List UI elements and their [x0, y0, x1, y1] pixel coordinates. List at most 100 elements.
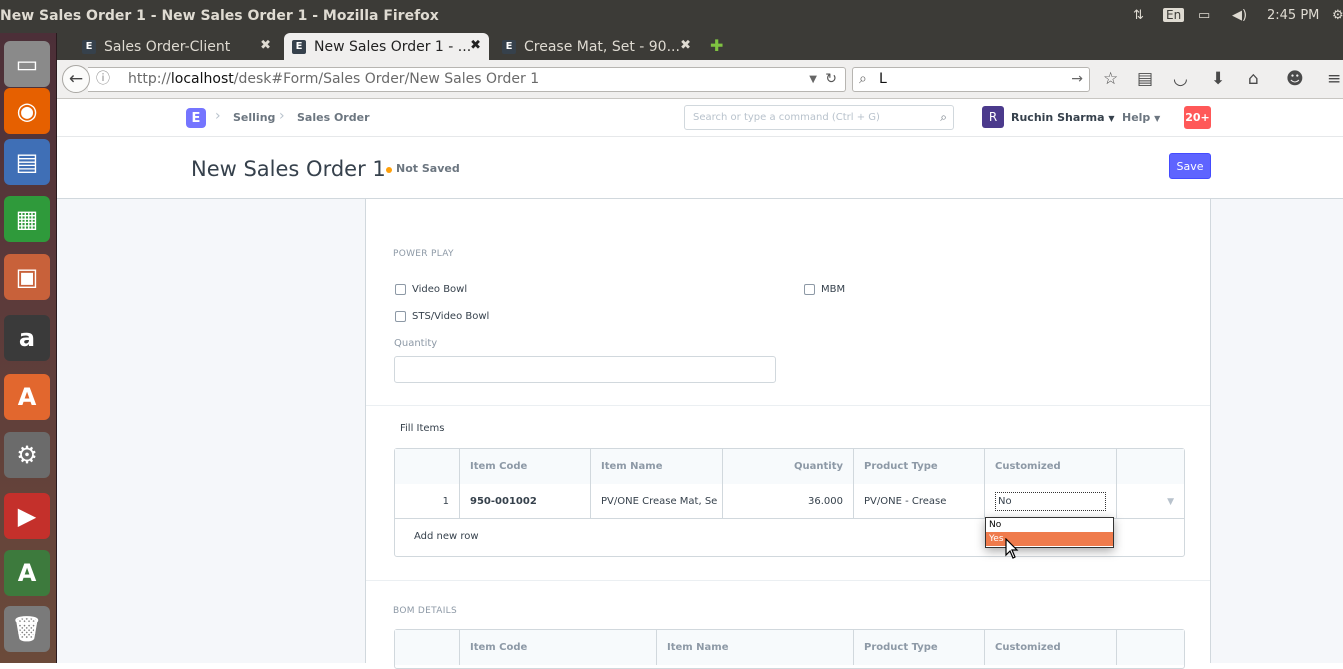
dropdown-option-no[interactable]: No [986, 518, 1113, 532]
row-index: 1 [395, 484, 460, 519]
grid-header-actions [1117, 449, 1184, 484]
grid-header-item-code: Item Code [460, 630, 657, 665]
grid-header-customized: Customized [985, 630, 1117, 665]
tab-label: New Sales Order 1 - ... [314, 38, 472, 55]
checkbox-box[interactable] [804, 284, 815, 295]
avatar[interactable]: R [982, 106, 1004, 128]
pocket-icon[interactable]: ◡ [1173, 69, 1188, 89]
back-arrow-icon: ← [68, 69, 84, 89]
volume-icon[interactable]: ◀) [1232, 8, 1247, 23]
grid-header-actions [1117, 630, 1184, 665]
url-prefix: http:// [128, 71, 171, 87]
close-tab-icon[interactable]: ✖ [260, 38, 271, 53]
awesome-bar-placeholder: Search or type a command (Ctrl + G) [693, 112, 880, 123]
checkbox-sts-video-bowl[interactable]: STS/Video Bowl [395, 311, 489, 322]
checkbox-box[interactable] [395, 284, 406, 295]
bookmark-star-icon[interactable]: ☆ [1103, 69, 1118, 89]
search-icon: ⌕ [940, 110, 947, 124]
table-row[interactable]: 1 950-001002 PV/ONE Crease Mat, Se 36.00… [395, 484, 1184, 519]
amazon-icon[interactable]: a [4, 315, 50, 361]
app-navbar: E › Selling › Sales Order Search or type… [57, 99, 1343, 137]
row-actions[interactable]: ▼ [1117, 484, 1184, 519]
add-row-button[interactable]: Add new row [414, 531, 479, 542]
firefox-icon[interactable]: ◉ [4, 88, 50, 134]
menu-icon[interactable]: ≡ [1327, 69, 1341, 89]
mouse-pointer-icon [1005, 538, 1019, 559]
close-tab-icon[interactable]: ✖ [470, 38, 481, 53]
user-menu[interactable]: Ruchin Sharma ▼ [1011, 111, 1115, 124]
writer-icon[interactable]: ▤ [4, 139, 50, 185]
trash-icon[interactable]: 🗑 [4, 606, 50, 652]
checkbox-label: MBM [821, 284, 846, 295]
row-product-type[interactable]: PV/ONE - Crease [854, 484, 985, 519]
page-head: New Sales Order 1 Not Saved Save [57, 137, 1343, 199]
impress-icon[interactable]: ▣ [4, 254, 50, 300]
browser-tab-bar: E Sales Order-Client ✖ E New Sales Order… [57, 33, 1343, 60]
browser-nav-bar: ⓘ http://localhost/desk#Form/Sales Order… [57, 60, 1343, 99]
site-info-icon[interactable]: ⓘ [96, 68, 110, 91]
help-label: Help [1122, 111, 1151, 124]
checkbox-box[interactable] [395, 311, 406, 322]
user-name: Ruchin Sharma [1011, 111, 1105, 124]
app-logo[interactable]: E [186, 108, 206, 128]
grid-header-row: Item Code Item Name Quantity Product Typ… [395, 449, 1184, 484]
network-icon[interactable]: ⇅ [1133, 8, 1144, 23]
clock[interactable]: 2:45 PM [1267, 8, 1319, 23]
calc-icon[interactable]: ▦ [4, 196, 50, 242]
software-center-icon[interactable]: A [4, 374, 50, 420]
customized-select[interactable]: No [995, 492, 1106, 511]
bom-details-grid: Item Code Item Name Product Type Customi… [394, 629, 1185, 669]
awesome-bar-input[interactable]: Search or type a command (Ctrl + G) ⌕ [684, 105, 954, 130]
grid-header-product-type: Product Type [854, 630, 985, 665]
tab-sales-order-client[interactable]: E Sales Order-Client ✖ [74, 33, 279, 60]
breadcrumb-sales-order[interactable]: Sales Order [297, 111, 370, 124]
grid-header-item-code: Item Code [460, 449, 591, 484]
form-layout: POWER PLAY Video Bowl MBM STS/Video Bowl… [365, 198, 1211, 669]
search-bar[interactable]: ⌕ L → [852, 67, 1090, 92]
youtube-icon[interactable]: ▶ [4, 493, 50, 539]
grid-header-item-name: Item Name [591, 449, 723, 484]
tab-label: Crease Mat, Set - 90... [524, 38, 680, 55]
status-indicator-icon [386, 167, 392, 173]
tab-crease-mat[interactable]: E Crease Mat, Set - 90... ✖ [494, 33, 699, 60]
quantity-field[interactable] [394, 356, 776, 383]
grid-header-quantity: Quantity [723, 449, 854, 484]
frappe-favicon-icon: E [502, 39, 516, 54]
caret-down-icon: ▼ [1154, 114, 1161, 123]
reading-list-icon[interactable]: ▤ [1137, 69, 1153, 89]
save-button[interactable]: Save [1169, 153, 1211, 179]
grid-header-item-name: Item Name [657, 630, 854, 665]
checkbox-video-bowl[interactable]: Video Bowl [395, 284, 467, 295]
gear-icon[interactable]: ⚙ [1332, 8, 1343, 23]
checkbox-label: Video Bowl [412, 284, 468, 295]
reload-icon[interactable]: ↻ [825, 68, 837, 91]
url-bar[interactable]: ⓘ http://localhost/desk#Form/Sales Order… [88, 67, 846, 92]
row-item-name[interactable]: PV/ONE Crease Mat, Se [591, 484, 723, 519]
files-icon[interactable]: ▭ [4, 41, 50, 87]
help-menu[interactable]: Help ▼ [1122, 111, 1160, 124]
grid-header-customized: Customized [985, 449, 1117, 484]
breadcrumb-selling[interactable]: Selling [233, 111, 275, 124]
history-dropdown-icon[interactable]: ▼ [809, 68, 817, 91]
battery-icon[interactable]: ▭ [1198, 8, 1210, 23]
row-quantity[interactable]: 36.000 [723, 484, 854, 519]
update-manager-icon[interactable]: A [4, 550, 50, 596]
close-tab-icon[interactable]: ✖ [680, 38, 691, 53]
new-tab-icon[interactable]: ✚ [710, 36, 723, 55]
hello-chat-icon[interactable]: ☻ [1286, 69, 1304, 89]
notifications-badge[interactable]: 20+ [1184, 106, 1211, 129]
checkbox-mbm[interactable]: MBM [804, 284, 845, 295]
downloads-icon[interactable]: ⬇ [1211, 69, 1225, 89]
grid-header-product-type: Product Type [854, 449, 985, 484]
settings-icon[interactable]: ⚙ [4, 432, 50, 478]
row-item-code[interactable]: 950-001002 [460, 484, 591, 519]
os-top-panel: New Sales Order 1 - New Sales Order 1 - … [0, 0, 1343, 33]
page-title: New Sales Order 1 [191, 157, 386, 181]
back-button[interactable]: ← [62, 65, 90, 93]
home-icon[interactable]: ⌂ [1248, 69, 1259, 89]
frappe-favicon-icon: E [82, 39, 96, 54]
row-expand-caret-icon[interactable]: ▼ [1167, 497, 1174, 507]
search-go-icon[interactable]: → [1071, 68, 1083, 91]
tab-new-sales-order[interactable]: E New Sales Order 1 - ... ✖ [284, 33, 489, 60]
keyboard-layout-indicator[interactable]: En [1163, 8, 1185, 22]
